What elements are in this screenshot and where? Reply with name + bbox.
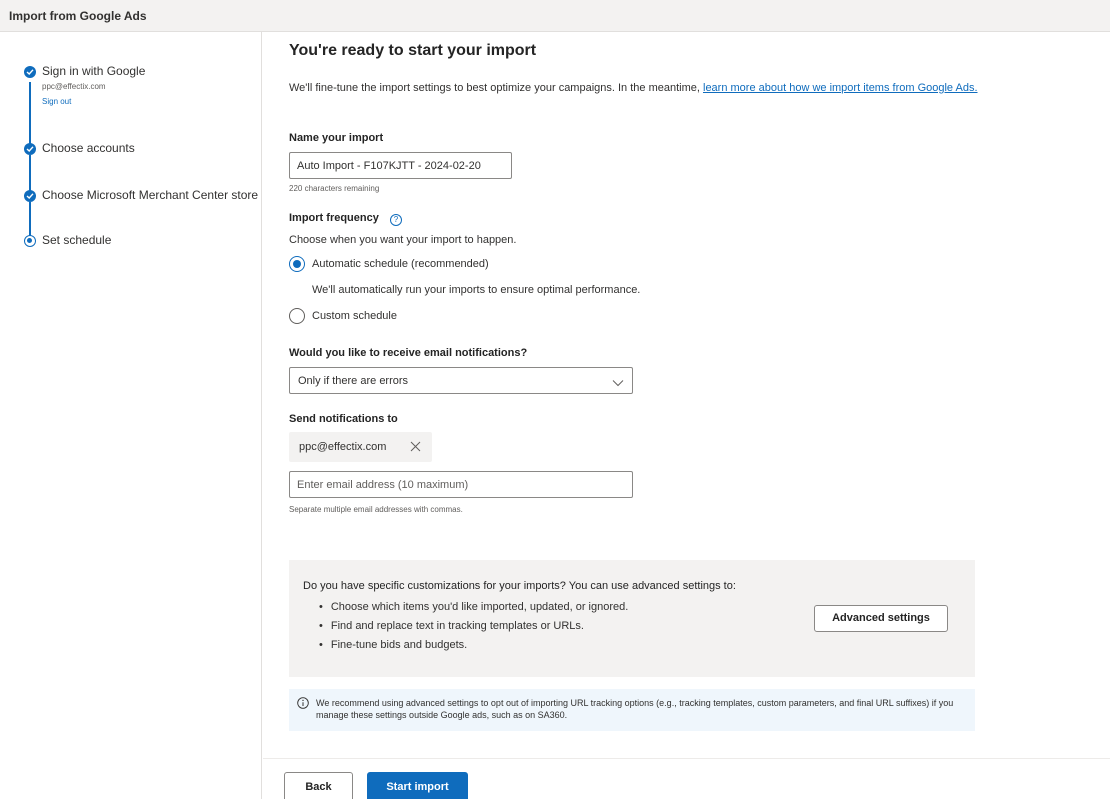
window-title: Import from Google Ads [9,9,147,23]
radio-label: Automatic schedule (recommended) [312,258,489,270]
list-item: Choose which items you'd like imported, … [319,598,628,617]
step-label: Choose accounts [42,141,135,155]
email-chip: ppc@effectix.com [289,432,432,462]
stepper-sidebar: Sign in with Google ppc@effectix.com Sig… [0,32,262,799]
automatic-schedule-radio[interactable] [289,256,305,272]
custom-schedule-radio[interactable] [289,308,305,324]
email-address-input[interactable] [289,471,633,498]
import-name-input[interactable] [289,152,512,179]
advanced-bullets: Choose which items you'd like imported, … [319,598,628,655]
step-connector [29,82,31,146]
step-label: Sign in with Google [42,64,146,78]
checkmark-icon [24,66,36,78]
sign-out-link[interactable]: Sign out [42,97,71,106]
chip-email: ppc@effectix.com [299,441,387,453]
import-frequency-label: Import frequency [289,212,379,224]
info-text: We recommend using advanced settings to … [316,698,954,720]
info-icon [297,697,309,712]
import-name-label: Name your import [289,132,384,144]
start-import-button[interactable]: Start import [367,772,468,799]
checkmark-icon [24,190,36,202]
back-button[interactable]: Back [284,772,353,799]
chevron-down-icon [612,376,624,390]
title-bar: Import from Google Ads [0,0,1110,32]
checkmark-icon [24,143,36,155]
intro-sentence: We'll fine-tune the import settings to b… [289,82,700,94]
intro-text: We'll fine-tune the import settings to b… [289,82,978,94]
list-item: Find and replace text in tracking templa… [319,617,628,636]
automatic-schedule-note: We'll automatically run your imports to … [312,284,641,296]
advanced-settings-button[interactable]: Advanced settings [814,605,948,632]
email-notifications-label: Would you like to receive email notifica… [289,347,528,359]
dropdown-value: Only if there are errors [298,375,409,387]
send-notifications-label: Send notifications to [289,413,398,425]
step-label: Choose Microsoft Merchant Center store [42,188,259,202]
footer-bar: Back Start import [263,758,1110,799]
learn-more-link[interactable]: learn more about how we import items fro… [703,82,978,94]
current-step-icon [24,235,36,247]
step-connector [29,155,31,191]
close-icon[interactable] [410,441,421,455]
step-connector [29,202,31,238]
main-content: You're ready to start your import We'll … [263,32,1110,799]
help-icon[interactable]: ? [390,214,402,226]
page-title: You're ready to start your import [289,42,537,59]
characters-remaining: 220 characters remaining [289,184,380,193]
advanced-settings-panel: Do you have specific customizations for … [289,560,975,677]
step-label: Set schedule [42,233,112,247]
info-message: We recommend using advanced settings to … [289,689,975,731]
list-item: Fine-tune bids and budgets. [319,636,628,655]
radio-label: Custom schedule [312,310,397,322]
frequency-description: Choose when you want your import to happ… [289,234,517,246]
email-notifications-dropdown[interactable]: Only if there are errors [289,367,633,394]
advanced-question: Do you have specific customizations for … [303,580,736,592]
email-hint: Separate multiple email addresses with c… [289,505,463,514]
signed-in-email: ppc@effectix.com [42,82,106,91]
